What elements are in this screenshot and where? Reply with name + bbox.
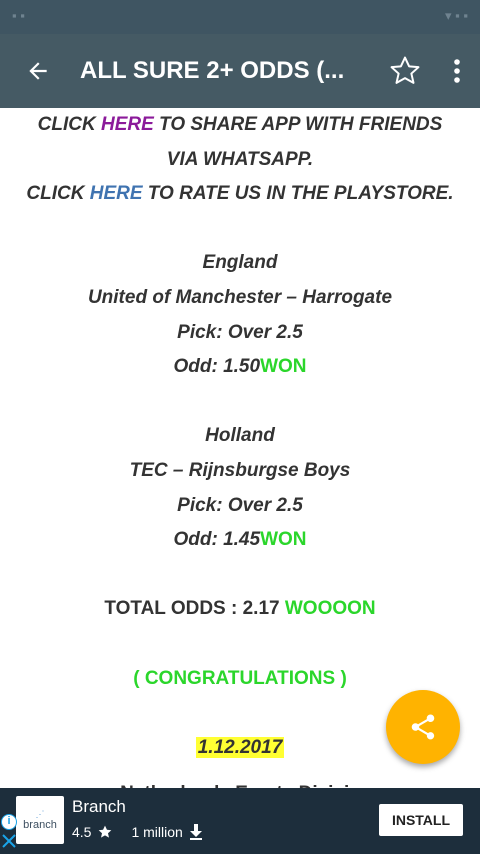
rate-app-link[interactable]: HERE <box>90 183 143 204</box>
page-title: ALL SURE 2+ ODDS (... <box>80 57 345 84</box>
match-odd: Odd: 1.50WON <box>173 356 307 378</box>
match-block: England United of Manchester – Harrogate… <box>0 246 480 384</box>
back-arrow-icon <box>29 62 47 80</box>
star-filled-icon <box>99 825 112 838</box>
match-odd: Odd: 1.45WON <box>173 529 307 551</box>
ad-rating: 4.5 <box>72 824 92 840</box>
ad-app-name: Branch <box>72 797 126 816</box>
branch-logo-icon: ⋰ <box>35 808 45 819</box>
total-odds: TOTAL ODDS : 2.17 WOOOON <box>104 598 376 620</box>
favorite-button[interactable] <box>376 34 434 108</box>
match-block: Holland TEC – Rijnsburgse Boys Pick: Ove… <box>0 419 480 557</box>
next-league-title: Netherlands Eerste Divisie <box>0 777 480 788</box>
ad-downloads: 1 million <box>131 824 183 840</box>
install-button[interactable]: INSTALL <box>379 804 463 836</box>
share-fab-button[interactable] <box>386 690 460 764</box>
match-teams: TEC – Rijnsburgse Boys <box>129 459 351 481</box>
post-content: CLICK HERE TO SHARE APP WITH FRIENDS VIA… <box>0 108 480 788</box>
back-button[interactable] <box>0 34 76 108</box>
close-icon[interactable] <box>2 834 16 848</box>
match-pick: Pick: Over 2.5 <box>177 494 303 516</box>
overflow-menu-button[interactable] <box>434 34 480 108</box>
rate-line: CLICK HERE TO RATE US IN THE PLAYSTORE. <box>26 183 454 205</box>
share-icon <box>411 714 435 740</box>
more-vertical-icon <box>454 59 460 83</box>
star-outline-icon <box>390 56 420 84</box>
share-line: CLICK HERE TO SHARE APP WITH FRIENDS <box>37 114 443 135</box>
share-app-link[interactable]: HERE <box>101 114 154 135</box>
status-system-icons: ▾ ▪ ▪ <box>445 8 468 23</box>
ad-banner[interactable]: ⋰ branch Branch 4.5 1 million INSTALL i <box>0 788 480 854</box>
match-country: Holland <box>205 425 275 447</box>
download-icon <box>189 824 202 840</box>
match-pick: Pick: Over 2.5 <box>177 321 303 343</box>
status-notification-icons: ▪ ▪ <box>12 8 25 23</box>
match-result: WON <box>260 356 307 378</box>
match-country: England <box>202 252 278 274</box>
ad-app-logo[interactable]: ⋰ branch <box>16 796 64 844</box>
ad-app-meta: 4.5 1 million <box>72 824 203 840</box>
match-teams: United of Manchester – Harrogate <box>87 286 393 308</box>
total-result: WOOOON <box>284 598 376 620</box>
app-bar: ALL SURE 2+ ODDS (... <box>0 34 480 108</box>
status-bar: ▪ ▪ ▾ ▪ ▪ <box>0 0 480 34</box>
match-result: WON <box>260 529 307 551</box>
congratulations-text: ( CONGRATULATIONS ) <box>133 667 347 689</box>
ad-info-icon[interactable]: i <box>1 814 17 830</box>
share-line-2: VIA WHATSAPP. <box>166 148 314 170</box>
